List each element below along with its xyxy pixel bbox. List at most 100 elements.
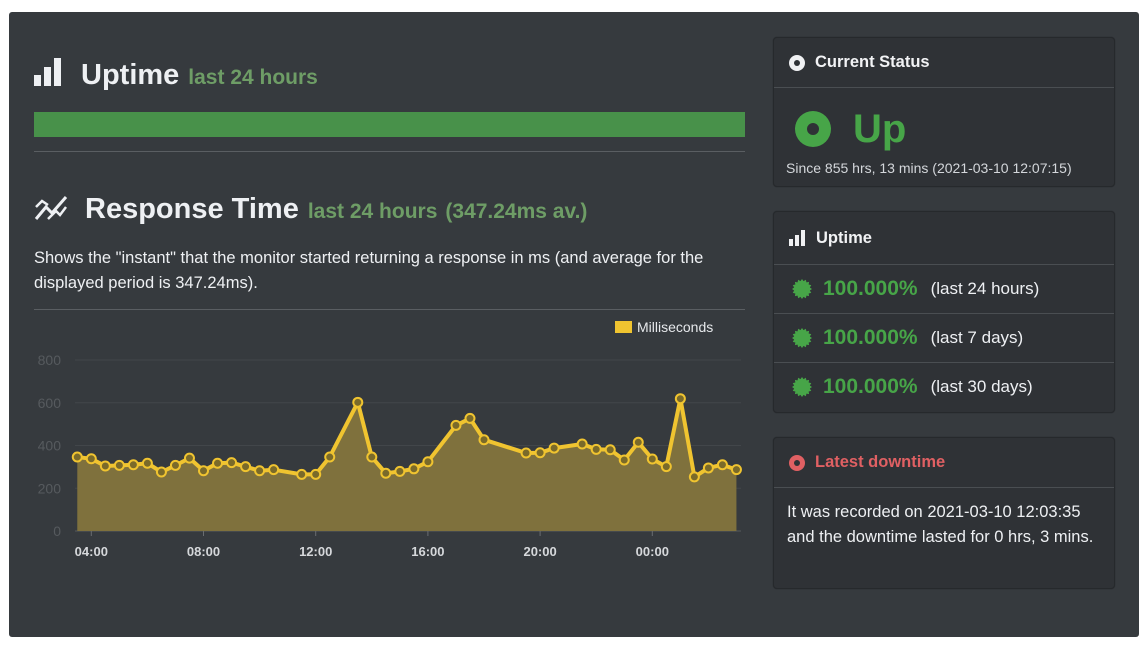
uptime-percent: 100.000% <box>823 277 918 300</box>
current-status-card: Current Status Up Since 855 hrs, 13 mins… <box>773 37 1115 187</box>
status-since: Since 855 hrs, 13 mins (2021-03-10 12:07… <box>786 160 1072 176</box>
data-point[interactable] <box>534 447 546 459</box>
data-point[interactable] <box>646 453 658 465</box>
data-point[interactable] <box>71 451 83 463</box>
uptime-subtitle: last 24 hours <box>188 66 318 89</box>
data-point[interactable] <box>478 434 490 446</box>
data-point[interactable] <box>366 451 378 463</box>
data-point[interactable] <box>688 471 700 483</box>
uptime-percent: 100.000% <box>823 375 918 398</box>
y-tick-label: 200 <box>38 480 62 496</box>
uptime-percent: 100.000% <box>823 326 918 349</box>
data-point[interactable] <box>660 461 672 473</box>
data-point[interactable] <box>716 459 728 471</box>
data-point[interactable] <box>169 459 181 471</box>
bar-chart-icon <box>34 58 64 86</box>
legend-swatch <box>615 321 632 333</box>
data-point[interactable] <box>254 465 266 477</box>
uptime-card-title: Uptime <box>816 228 872 247</box>
bar-chart-icon <box>789 230 807 246</box>
data-point[interactable] <box>310 468 322 480</box>
downtime-dot-icon <box>789 454 805 471</box>
data-point[interactable] <box>450 419 462 431</box>
line-chart-icon <box>34 193 68 221</box>
data-point[interactable] <box>730 464 742 476</box>
data-point[interactable] <box>618 454 630 466</box>
uptime-list: 100.000% (last 24 hours) 100.000% (last … <box>774 265 1114 411</box>
legend-label: Milliseconds <box>637 319 713 335</box>
certificate-badge-icon <box>792 279 812 299</box>
current-status-header: Current Status <box>774 38 1114 88</box>
y-tick-label: 400 <box>38 438 62 454</box>
x-tick-label: 12:00 <box>299 544 332 559</box>
data-point[interactable] <box>324 451 336 463</box>
uptime-item: 100.000% (last 24 hours) <box>774 265 1114 314</box>
divider <box>34 151 745 152</box>
data-point[interactable] <box>113 459 125 471</box>
data-point[interactable] <box>183 452 195 464</box>
data-point[interactable] <box>99 460 111 472</box>
latest-downtime-text: It was recorded on 2021-03-10 12:03:35 a… <box>787 503 1094 546</box>
latest-downtime-header: Latest downtime <box>774 438 1114 488</box>
chart-legend[interactable]: Milliseconds <box>615 319 713 335</box>
response-time-subtitle: last 24 hours <box>307 200 438 223</box>
data-point[interactable] <box>198 465 209 477</box>
uptime-item: 100.000% (last 7 days) <box>774 314 1114 363</box>
data-point[interactable] <box>548 442 560 454</box>
uptime-bar <box>34 112 745 137</box>
response-time-chart: 0 200 400 600 800 04:00 08:00 12:00 16:00 20:00 0… <box>34 310 745 560</box>
data-point[interactable] <box>604 444 616 456</box>
x-tick-label: 08:00 <box>187 544 220 559</box>
x-tick-label: 00:00 <box>636 544 669 559</box>
uptime-card-header: Uptime <box>774 212 1114 265</box>
response-time-average: (347.24ms av.) <box>445 200 588 223</box>
data-point[interactable] <box>464 412 476 424</box>
chart-svg: 0 200 400 600 800 04:00 08:00 12:00 16:00 20:00 0… <box>38 319 742 559</box>
uptime-period: (last 24 hours) <box>930 279 1040 298</box>
x-tick-label: 20:00 <box>523 544 556 559</box>
y-tick-label: 0 <box>53 523 61 539</box>
data-point[interactable] <box>576 438 588 450</box>
current-status-body: Up Since 855 hrs, 13 mins (2021-03-10 12… <box>774 88 1114 186</box>
latest-downtime-card: Latest downtime It was recorded on 2021-… <box>773 437 1115 589</box>
uptime-period: (last 7 days) <box>930 328 1024 347</box>
x-tick-label: 16:00 <box>411 544 444 559</box>
response-time-title: Response Time <box>85 193 299 225</box>
response-time-description: Shows the "instant" that the monitor sta… <box>34 249 704 292</box>
uptime-heading: Uptime last 24 hours <box>34 56 318 92</box>
uptime-item: 100.000% (last 30 days) <box>774 363 1114 411</box>
status-ring-icon <box>795 111 831 147</box>
data-point[interactable] <box>520 447 532 459</box>
data-point[interactable] <box>296 468 308 480</box>
certificate-badge-icon <box>792 328 812 348</box>
certificate-badge-icon <box>792 377 812 397</box>
data-point[interactable] <box>380 467 392 479</box>
status-indicator: Up <box>786 104 1102 154</box>
data-point[interactable] <box>632 436 644 448</box>
monitor-panel: Uptime last 24 hours Response Time last … <box>9 12 1139 637</box>
uptime-card: Uptime 100.000% (last 24 hours) 100.000%… <box>773 211 1115 413</box>
data-point[interactable] <box>212 457 224 469</box>
data-point[interactable] <box>240 461 252 473</box>
y-tick-label: 800 <box>38 352 62 368</box>
data-point[interactable] <box>155 466 167 478</box>
data-point[interactable] <box>394 465 406 477</box>
y-tick-label: 600 <box>38 395 62 411</box>
data-point[interactable] <box>226 457 238 469</box>
data-point[interactable] <box>590 443 602 455</box>
data-point[interactable] <box>85 453 97 465</box>
data-point[interactable] <box>702 462 714 474</box>
uptime-title: Uptime <box>81 59 180 91</box>
data-point[interactable] <box>674 393 686 405</box>
data-point[interactable] <box>352 396 364 408</box>
status-value: Up <box>853 106 907 151</box>
current-status-title: Current Status <box>815 53 930 71</box>
data-point[interactable] <box>127 459 139 471</box>
data-point[interactable] <box>141 457 153 469</box>
status-dot-icon <box>789 54 805 71</box>
data-point[interactable] <box>268 464 280 476</box>
data-point[interactable] <box>422 456 434 468</box>
x-tick-label: 04:00 <box>75 544 108 559</box>
data-point[interactable] <box>408 463 420 475</box>
uptime-period: (last 30 days) <box>930 377 1033 396</box>
